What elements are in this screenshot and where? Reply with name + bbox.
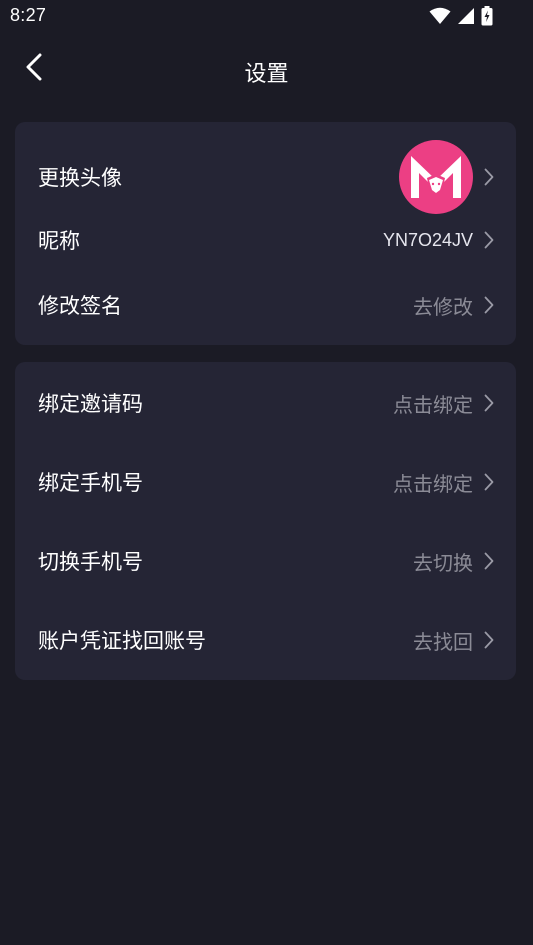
page-title: 设置: [244, 62, 289, 87]
status-bar: 8:27: [0, 0, 533, 32]
switch-phone-row[interactable]: 切换手机号 去切换: [15, 535, 516, 587]
chevron-right-icon: [482, 295, 496, 315]
chevron-right-icon: [482, 393, 496, 413]
edit-signature-label: 修改签名: [38, 294, 122, 318]
nickname-row[interactable]: 昵称 YN7O24JV: [15, 219, 516, 261]
bind-phone-label: 绑定手机号: [38, 471, 143, 495]
nickname-label: 昵称: [38, 229, 80, 253]
bind-phone-value: 点击绑定: [393, 471, 473, 496]
change-avatar-label: 更换头像: [38, 166, 122, 190]
change-avatar-row[interactable]: 更换头像: [15, 137, 516, 217]
avatar[interactable]: [399, 140, 473, 214]
recover-account-value: 去找回: [413, 629, 473, 654]
bind-invite-code-row[interactable]: 绑定邀请码 点击绑定: [15, 377, 516, 429]
chevron-right-icon: [482, 230, 496, 250]
recover-account-label: 账户凭证找回账号: [38, 629, 206, 653]
bind-invite-code-label: 绑定邀请码: [38, 392, 143, 416]
fox-logo-icon: [411, 156, 461, 198]
account-settings-card: 绑定邀请码 点击绑定 绑定手机号 点击绑定 切换手机号 去切换 账户凭证找回账号…: [15, 362, 516, 680]
bind-phone-row[interactable]: 绑定手机号 点击绑定: [15, 456, 516, 508]
chevron-right-icon: [482, 167, 496, 187]
switch-phone-label: 切换手机号: [38, 550, 143, 574]
chevron-right-icon: [482, 472, 496, 492]
edit-signature-value: 去修改: [413, 294, 473, 319]
switch-phone-value: 去切换: [413, 550, 473, 575]
wifi-icon: [429, 7, 451, 25]
recover-account-row[interactable]: 账户凭证找回账号 去找回: [15, 614, 516, 666]
signal-icon: [457, 7, 475, 25]
status-icons: [429, 5, 493, 27]
edit-signature-row[interactable]: 修改签名 去修改: [15, 282, 516, 328]
bind-invite-code-value: 点击绑定: [393, 392, 473, 417]
header: 设置: [0, 40, 533, 100]
chevron-right-icon: [482, 551, 496, 571]
battery-charging-icon: [481, 6, 493, 26]
nickname-value: YN7O24JV: [382, 229, 473, 250]
chevron-right-icon: [482, 630, 496, 650]
profile-settings-card: 更换头像 昵称 YN7O24JV 修改签名 去修改: [15, 122, 516, 345]
status-time: 8:27: [10, 5, 47, 25]
